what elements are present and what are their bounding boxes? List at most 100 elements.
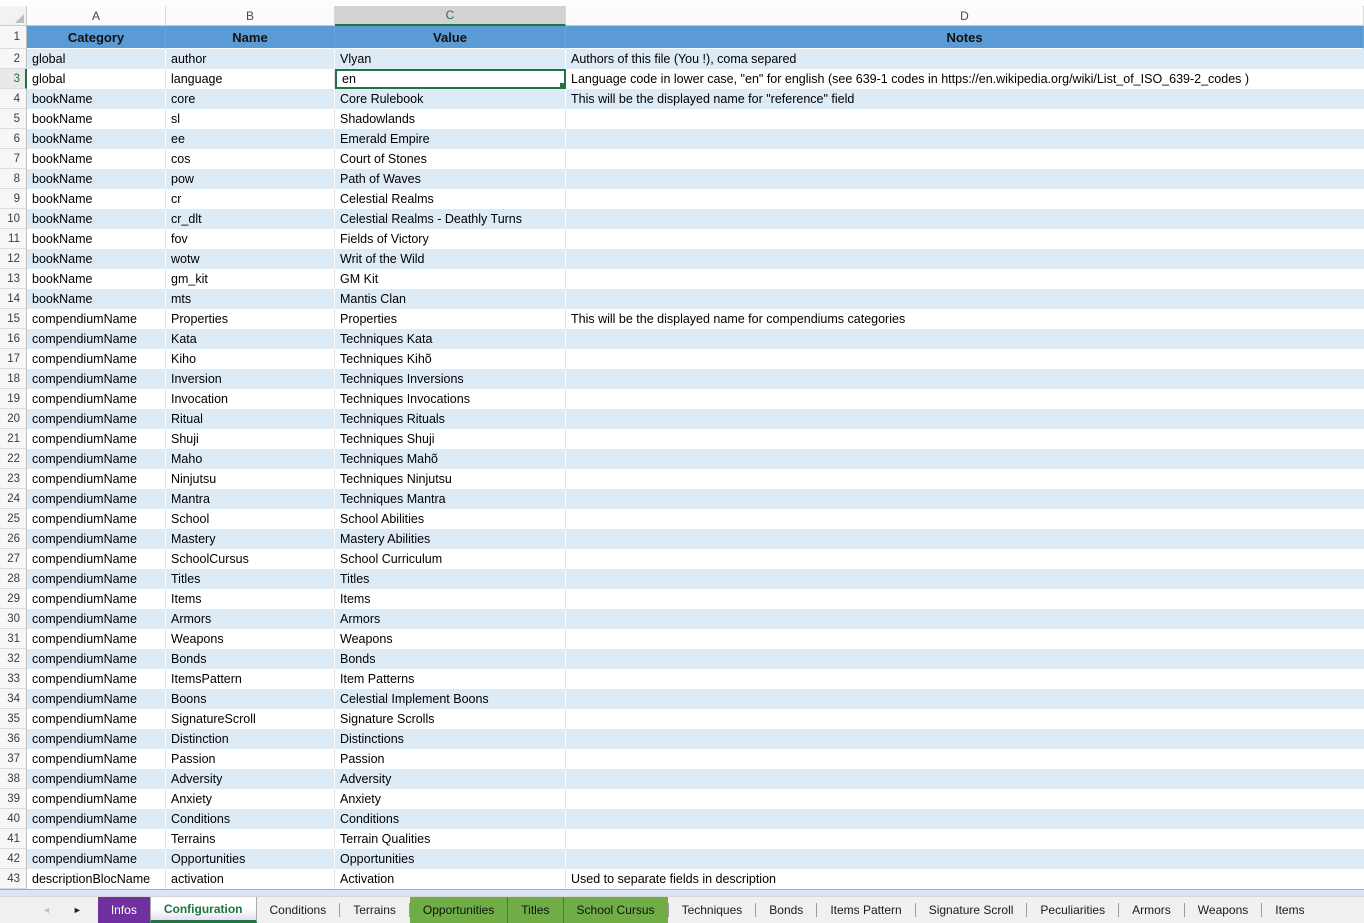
row-header[interactable]: 37 [0,749,27,769]
row-header[interactable]: 40 [0,809,27,829]
cell-value[interactable]: Vlyan [335,49,566,69]
cell-value[interactable]: Court of Stones [335,149,566,169]
row-header[interactable]: 22 [0,449,27,469]
row-header[interactable]: 6 [0,129,27,149]
cell-notes[interactable] [566,849,1364,869]
cell-category[interactable]: compendiumName [27,549,166,569]
cell-notes[interactable] [566,109,1364,129]
cell-value[interactable]: Titles [335,569,566,589]
cell-notes[interactable] [566,489,1364,509]
header-cell-value[interactable]: Value [335,26,566,49]
cell-value[interactable]: Techniques Invocations [335,389,566,409]
row-header[interactable]: 43 [0,869,27,889]
row-header[interactable]: 26 [0,529,27,549]
cell-category[interactable]: compendiumName [27,809,166,829]
cell-category[interactable]: compendiumName [27,669,166,689]
cell-category[interactable]: descriptionBlocName [27,869,166,889]
cell-category[interactable]: compendiumName [27,489,166,509]
cell-notes[interactable]: This will be the displayed name for comp… [566,309,1364,329]
column-header-c[interactable]: C [335,6,566,26]
cell-name[interactable]: cos [166,149,335,169]
cell-name[interactable]: activation [166,869,335,889]
cell-name[interactable]: Boons [166,689,335,709]
cell-category[interactable]: bookName [27,169,166,189]
sheet-tab-conditions[interactable]: Conditions [257,897,340,923]
sheet-tab-opportunities[interactable]: Opportunities [410,897,507,923]
cell-name[interactable]: Maho [166,449,335,469]
cell-value[interactable]: Bonds [335,649,566,669]
cell-value[interactable]: Adversity [335,769,566,789]
row-header[interactable]: 41 [0,829,27,849]
cell-name[interactable]: Items [166,589,335,609]
cell-name[interactable]: Distinction [166,729,335,749]
cell-value[interactable]: Writ of the Wild [335,249,566,269]
cell-value[interactable]: Armors [335,609,566,629]
cell-value[interactable]: Item Patterns [335,669,566,689]
cell-category[interactable]: compendiumName [27,729,166,749]
cell-value[interactable]: Signature Scrolls [335,709,566,729]
cell-name[interactable]: Ritual [166,409,335,429]
cell-category[interactable]: compendiumName [27,609,166,629]
cell-category[interactable]: compendiumName [27,529,166,549]
cell-value[interactable]: Items [335,589,566,609]
sheet-tab-terrains[interactable]: Terrains [340,897,409,923]
row-header[interactable]: 1 [0,26,27,49]
row-header[interactable]: 35 [0,709,27,729]
cell-category[interactable]: compendiumName [27,829,166,849]
tab-nav-right-icon[interactable]: ► [73,906,82,915]
cell-notes[interactable] [566,189,1364,209]
cell-name[interactable]: Mastery [166,529,335,549]
cell-value[interactable]: Celestial Implement Boons [335,689,566,709]
row-header[interactable]: 32 [0,649,27,669]
cell-notes[interactable] [566,449,1364,469]
cell-category[interactable]: bookName [27,269,166,289]
cell-value[interactable]: Techniques Inversions [335,369,566,389]
cell-value[interactable]: Weapons [335,629,566,649]
cell-notes[interactable] [566,249,1364,269]
header-cell-name[interactable]: Name [166,26,335,49]
row-header[interactable]: 38 [0,769,27,789]
row-header[interactable]: 42 [0,849,27,869]
cell-category[interactable]: bookName [27,249,166,269]
cell-name[interactable]: Bonds [166,649,335,669]
cell-notes[interactable] [566,669,1364,689]
cell-category[interactable]: bookName [27,149,166,169]
cell-name[interactable]: mts [166,289,335,309]
cell-value[interactable]: Conditions [335,809,566,829]
cell-notes[interactable] [566,369,1364,389]
cell-notes[interactable] [566,709,1364,729]
cell-category[interactable]: compendiumName [27,389,166,409]
header-cell-category[interactable]: Category [27,26,166,49]
cell-category[interactable]: compendiumName [27,469,166,489]
cell-notes[interactable] [566,409,1364,429]
cell-category[interactable]: compendiumName [27,329,166,349]
cell-category[interactable]: compendiumName [27,429,166,449]
cell-name[interactable]: Passion [166,749,335,769]
cell-name[interactable]: core [166,89,335,109]
column-header-b[interactable]: B [166,6,335,26]
cell-category[interactable]: global [27,69,166,89]
row-header[interactable]: 36 [0,729,27,749]
cell-value[interactable]: GM Kit [335,269,566,289]
cell-category[interactable]: compendiumName [27,769,166,789]
row-header[interactable]: 14 [0,289,27,309]
row-header[interactable]: 9 [0,189,27,209]
cell-notes[interactable]: Authors of this file (You !), coma separ… [566,49,1364,69]
cell-value[interactable]: School Abilities [335,509,566,529]
cell-name[interactable]: ItemsPattern [166,669,335,689]
cell-name[interactable]: language [166,69,335,89]
row-header[interactable]: 28 [0,569,27,589]
cell-value[interactable]: Techniques Rituals [335,409,566,429]
cell-category[interactable]: bookName [27,229,166,249]
sheet-tab-titles[interactable]: Titles [508,897,562,923]
row-header[interactable]: 24 [0,489,27,509]
row-header[interactable]: 23 [0,469,27,489]
cell-notes[interactable] [566,389,1364,409]
cell-notes[interactable] [566,649,1364,669]
row-header[interactable]: 3 [0,69,27,89]
column-header-a[interactable]: A [27,6,166,26]
cell-notes[interactable] [566,469,1364,489]
sheet-tab-armors[interactable]: Armors [1119,897,1184,923]
cell-category[interactable]: compendiumName [27,569,166,589]
cell-name[interactable]: fov [166,229,335,249]
